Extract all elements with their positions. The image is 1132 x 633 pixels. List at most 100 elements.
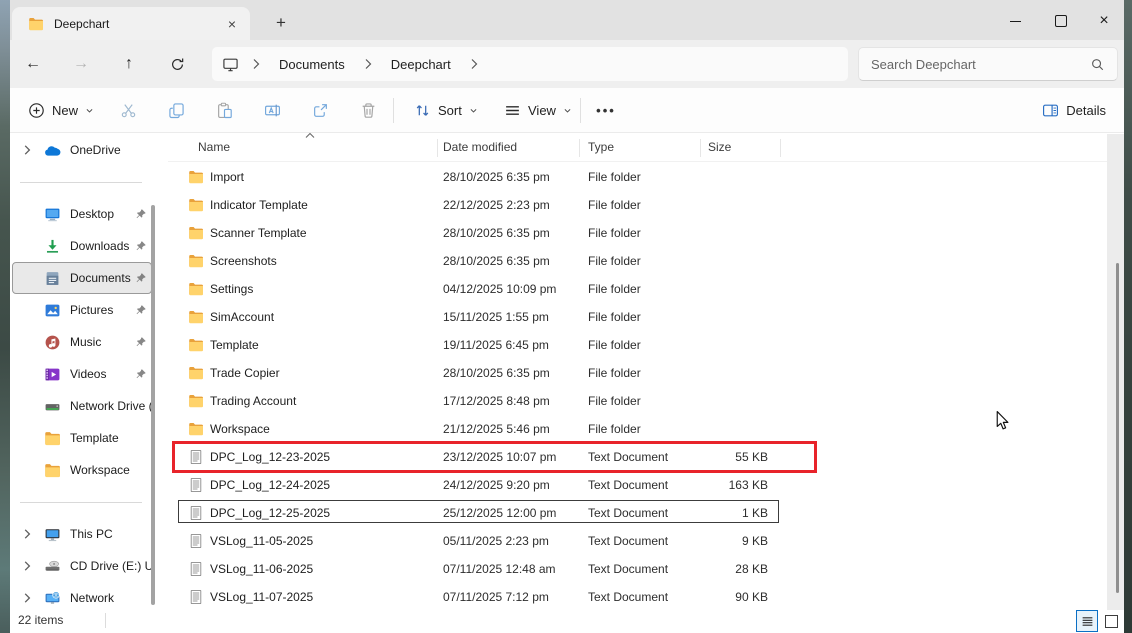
- explorer-screenshot: Deepchart × + × ← → ↑ Documents Deepchart: [0, 0, 1132, 633]
- file-row-vslog-11-05-2025[interactable]: VSLog_11-05-202505/11/2025 2:23 pmText D…: [168, 527, 1124, 555]
- file-row-scanner-template[interactable]: Scanner Template28/10/2025 6:35 pmFile f…: [168, 219, 1124, 247]
- breadcrumb-item-deepchart[interactable]: Deepchart: [385, 55, 457, 74]
- search-box[interactable]: [858, 47, 1118, 81]
- more-options-button[interactable]: •••: [588, 95, 624, 126]
- file-name[interactable]: DPC_Log_12-23-2025: [210, 443, 425, 471]
- column-separator[interactable]: [579, 139, 580, 157]
- sidebar-item-template[interactable]: Template: [12, 422, 152, 454]
- folder-icon: [188, 421, 204, 437]
- breadcrumb-item-documents[interactable]: Documents: [273, 55, 351, 74]
- file-type: File folder: [588, 275, 696, 303]
- sidebar-item-label: Pictures: [70, 303, 135, 317]
- large-icons-view-toggle[interactable]: [1100, 610, 1122, 632]
- file-name[interactable]: Scanner Template: [210, 219, 425, 247]
- file-row-dpc-log-12-23-2025[interactable]: DPC_Log_12-23-202523/12/2025 10:07 pmTex…: [168, 443, 1124, 471]
- column-header-date-modified[interactable]: Date modified: [443, 140, 517, 154]
- rename-button[interactable]: [254, 95, 290, 126]
- share-button[interactable]: [302, 95, 338, 126]
- file-row-vslog-11-06-2025[interactable]: VSLog_11-06-202507/11/2025 12:48 amText …: [168, 555, 1124, 583]
- paste-button[interactable]: [206, 95, 242, 126]
- column-header-size[interactable]: Size: [708, 140, 731, 154]
- file-name[interactable]: DPC_Log_12-24-2025: [210, 471, 425, 499]
- tab-deepchart[interactable]: Deepchart ×: [12, 7, 250, 40]
- file-name[interactable]: Trading Account: [210, 387, 425, 415]
- file-row-dpc-log-12-25-2025[interactable]: DPC_Log_12-25-202525/12/2025 12:00 pmTex…: [168, 499, 1124, 527]
- refresh-button[interactable]: [161, 48, 193, 80]
- close-window-button[interactable]: ×: [1084, 0, 1124, 42]
- sidebar-item-label: Network Drive (Z: [70, 399, 151, 413]
- file-name[interactable]: Template: [210, 331, 425, 359]
- file-row-indicator-template[interactable]: Indicator Template22/12/2025 2:23 pmFile…: [168, 191, 1124, 219]
- file-row-screenshots[interactable]: Screenshots28/10/2025 6:35 pmFile folder: [168, 247, 1124, 275]
- file-row-settings[interactable]: Settings04/12/2025 10:09 pmFile folder: [168, 275, 1124, 303]
- column-separator[interactable]: [437, 139, 438, 157]
- sidebar-item-onedrive[interactable]: OneDrive: [12, 134, 152, 166]
- sidebar-item-workspace[interactable]: Workspace: [12, 454, 152, 486]
- column-separator[interactable]: [700, 139, 701, 157]
- file-row-dpc-log-12-24-2025[interactable]: DPC_Log_12-24-202524/12/2025 9:20 pmText…: [168, 471, 1124, 499]
- sidebar-item-videos[interactable]: Videos: [12, 358, 152, 390]
- sidebar-item-documents[interactable]: Documents: [12, 262, 152, 294]
- file-name[interactable]: VSLog_11-07-2025: [210, 583, 425, 611]
- sort-arrows-icon: [414, 102, 431, 119]
- file-name[interactable]: Indicator Template: [210, 191, 425, 219]
- chevron-right-icon[interactable]: [19, 142, 35, 158]
- sidebar-scrollbar[interactable]: [151, 205, 155, 605]
- file-row-workspace[interactable]: Workspace21/12/2025 5:46 pmFile folder: [168, 415, 1124, 443]
- chevron-right-icon[interactable]: [19, 590, 35, 606]
- file-type: File folder: [588, 303, 696, 331]
- file-name[interactable]: Trade Copier: [210, 359, 425, 387]
- column-header-type[interactable]: Type: [588, 140, 614, 154]
- file-row-trading-account[interactable]: Trading Account17/12/2025 8:48 pmFile fo…: [168, 387, 1124, 415]
- sidebar-item-desktop[interactable]: Desktop: [12, 198, 152, 230]
- up-button[interactable]: ↑: [113, 48, 145, 80]
- textdoc-icon: [188, 561, 204, 577]
- sidebar-item-cd-drive-e-ut[interactable]: CD Drive (E:) UT: [12, 550, 152, 582]
- file-name[interactable]: SimAccount: [210, 303, 425, 331]
- back-button[interactable]: ←: [17, 48, 49, 80]
- delete-button[interactable]: [350, 95, 386, 126]
- file-name[interactable]: Import: [210, 163, 425, 191]
- minimize-button[interactable]: [992, 0, 1038, 42]
- list-scrollbar-track[interactable]: [1107, 134, 1124, 610]
- file-row-import[interactable]: Import28/10/2025 6:35 pmFile folder: [168, 163, 1124, 191]
- sidebar-item-pictures[interactable]: Pictures: [12, 294, 152, 326]
- view-button[interactable]: View: [496, 95, 580, 126]
- search-input[interactable]: [859, 57, 1086, 72]
- copy-button[interactable]: [158, 95, 194, 126]
- sidebar-item-music[interactable]: Music: [12, 326, 152, 358]
- chevron-right-icon[interactable]: [19, 558, 35, 574]
- cut-button[interactable]: [110, 95, 146, 126]
- maximize-button[interactable]: [1038, 0, 1084, 42]
- sidebar-item-downloads[interactable]: Downloads: [12, 230, 152, 262]
- file-name[interactable]: VSLog_11-05-2025: [210, 527, 425, 555]
- file-row-template[interactable]: Template19/11/2025 6:45 pmFile folder: [168, 331, 1124, 359]
- tab-close-icon[interactable]: ×: [222, 14, 242, 34]
- column-header-name[interactable]: Name: [198, 140, 230, 154]
- breadcrumb-chevron-icon[interactable]: [469, 57, 479, 71]
- file-row-vslog-11-07-2025[interactable]: VSLog_11-07-202507/11/2025 7:12 pmText D…: [168, 583, 1124, 611]
- chevron-right-icon[interactable]: [19, 526, 35, 542]
- breadcrumb-chevron-icon[interactable]: [363, 57, 373, 71]
- sidebar-item-network-drive-z[interactable]: Network Drive (Z: [12, 390, 152, 422]
- breadcrumb-chevron-icon[interactable]: [251, 57, 261, 71]
- forward-button[interactable]: →: [65, 48, 97, 80]
- file-name[interactable]: DPC_Log_12-25-2025: [210, 499, 425, 527]
- file-name[interactable]: Workspace: [210, 415, 425, 443]
- new-button[interactable]: New: [18, 95, 104, 126]
- file-name[interactable]: VSLog_11-06-2025: [210, 555, 425, 583]
- this-pc-icon[interactable]: [222, 56, 239, 73]
- new-tab-button[interactable]: +: [268, 10, 294, 36]
- file-row-simaccount[interactable]: SimAccount 15/11/2025 1:55 pmFile folder: [168, 303, 1124, 331]
- file-row-trade-copier[interactable]: Trade Copier28/10/2025 6:35 pmFile folde…: [168, 359, 1124, 387]
- details-view-toggle[interactable]: [1076, 610, 1098, 632]
- column-separator[interactable]: [780, 139, 781, 157]
- sort-button[interactable]: Sort: [406, 95, 486, 126]
- sidebar-item-this-pc[interactable]: This PC: [12, 518, 152, 550]
- list-scrollbar-thumb[interactable]: [1116, 263, 1119, 593]
- file-name[interactable]: Screenshots: [210, 247, 425, 275]
- breadcrumb: Documents Deepchart: [212, 47, 848, 81]
- file-date-modified: 15/11/2025 1:55 pm: [443, 303, 583, 331]
- details-pane-button[interactable]: Details: [1034, 95, 1114, 126]
- file-name[interactable]: Settings: [210, 275, 425, 303]
